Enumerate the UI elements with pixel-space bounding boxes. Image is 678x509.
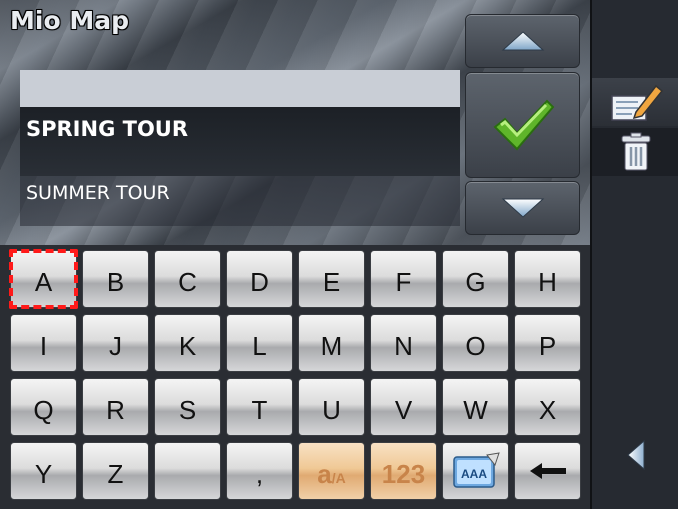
svg-text:AAA: AAA	[461, 467, 487, 481]
key-w[interactable]: W	[442, 378, 509, 436]
key-f[interactable]: F	[370, 250, 437, 308]
triangle-left-icon	[627, 439, 645, 471]
key-c[interactable]: C	[154, 250, 221, 308]
key-i[interactable]: I	[10, 314, 77, 372]
key-z[interactable]: Z	[82, 442, 149, 500]
triangle-up-icon	[501, 31, 544, 51]
key-o[interactable]: O	[442, 314, 509, 372]
list-item-label: SUMMER TOUR	[26, 182, 170, 204]
key-l[interactable]: L	[226, 314, 293, 372]
list-item-selected[interactable]: SPRING TOUR	[20, 107, 460, 176]
backspace-arrow-icon	[529, 463, 566, 479]
confirm-button[interactable]	[465, 72, 580, 178]
edit-note-icon	[611, 84, 664, 121]
key-comma[interactable]: ,	[226, 442, 293, 500]
key-m[interactable]: M	[298, 314, 365, 372]
key-a[interactable]: A	[9, 249, 78, 309]
back-button[interactable]	[592, 430, 678, 480]
key-x[interactable]: X	[514, 378, 581, 436]
key-n[interactable]: N	[370, 314, 437, 372]
triangle-down-icon	[501, 198, 544, 218]
numbers-key[interactable]: 123	[370, 442, 437, 500]
checkmark-icon	[493, 99, 554, 151]
tour-list[interactable]: SPRING TOUR SUMMER TOUR	[20, 70, 460, 226]
key-s[interactable]: S	[154, 378, 221, 436]
key-g[interactable]: G	[442, 250, 509, 308]
app-title: Mio Map	[10, 6, 129, 35]
scroll-down-button[interactable]	[465, 181, 580, 235]
key-d[interactable]: D	[226, 250, 293, 308]
list-item-label: SPRING TOUR	[26, 117, 189, 141]
key-v[interactable]: V	[370, 378, 437, 436]
list-item[interactable]	[20, 70, 460, 107]
keyboard-style-key[interactable]: AAA	[442, 442, 509, 500]
scroll-up-button[interactable]	[465, 14, 580, 68]
key-p[interactable]: P	[514, 314, 581, 372]
key-space[interactable]	[154, 442, 221, 500]
key-h[interactable]: H	[514, 250, 581, 308]
case-toggle-key[interactable]: a/A	[298, 442, 365, 500]
keyboard: A B C D E F G H I J K L M N O P Q R S T …	[0, 245, 590, 509]
key-k[interactable]: K	[154, 314, 221, 372]
key-r[interactable]: R	[82, 378, 149, 436]
key-j[interactable]: J	[82, 314, 149, 372]
delete-button[interactable]	[592, 128, 678, 176]
key-u[interactable]: U	[298, 378, 365, 436]
key-e[interactable]: E	[298, 250, 365, 308]
key-q[interactable]: Q	[10, 378, 77, 436]
trash-icon	[621, 132, 651, 171]
backspace-key[interactable]	[514, 442, 581, 500]
abc-fonts-icon: AAA	[452, 452, 500, 488]
rename-button[interactable]	[592, 78, 678, 126]
key-y[interactable]: Y	[10, 442, 77, 500]
key-t[interactable]: T	[226, 378, 293, 436]
screen: Mio Map SPRING TOUR SUMMER TOUR A B C D …	[0, 0, 678, 509]
key-b[interactable]: B	[82, 250, 149, 308]
right-toolbar	[590, 0, 678, 509]
list-item[interactable]: SUMMER TOUR	[20, 176, 460, 226]
